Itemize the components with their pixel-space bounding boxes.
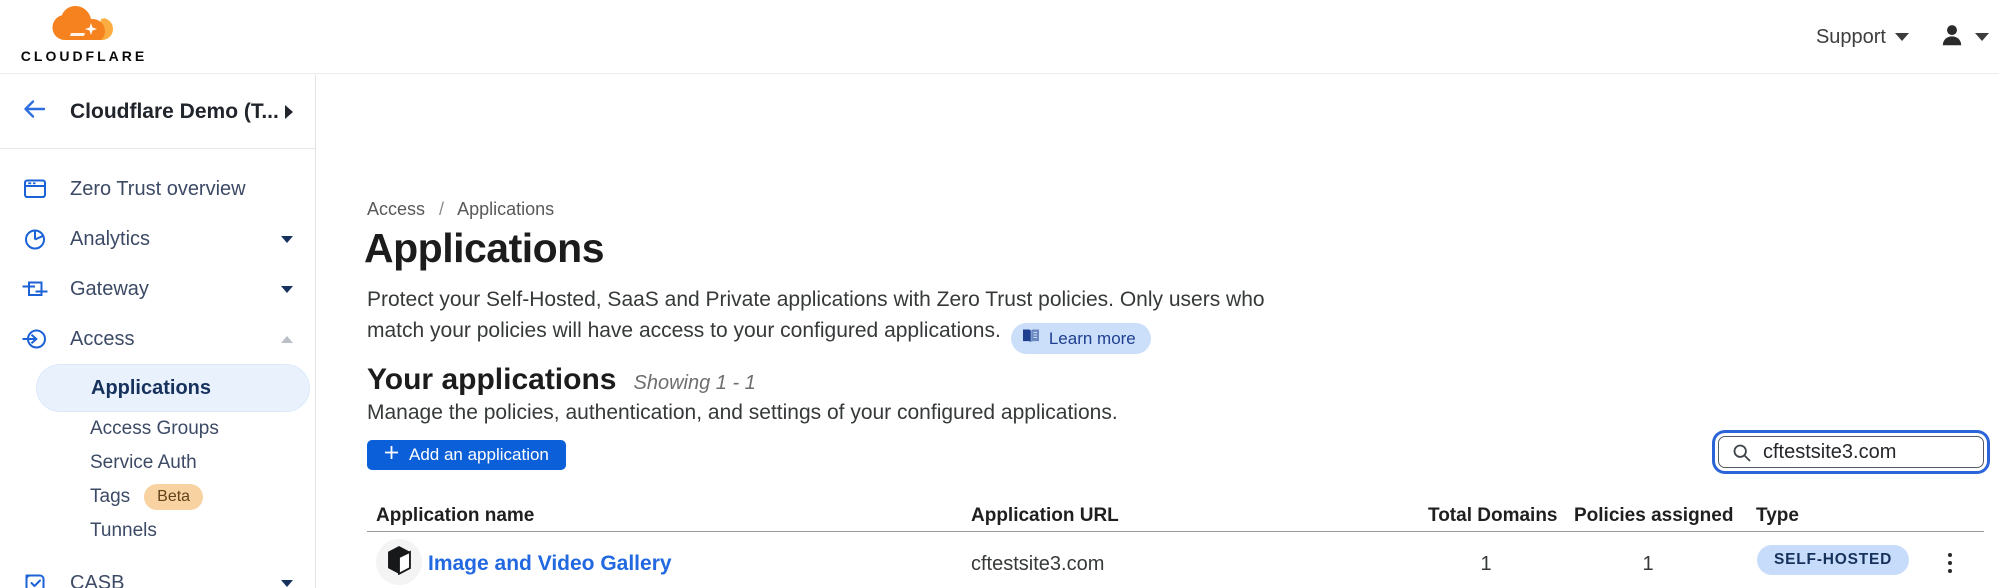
sidebar-subitem-label: Tunnels	[90, 520, 157, 542]
sidebar-item-applications[interactable]: Applications	[0, 364, 315, 412]
sidebar-item-service-auth[interactable]: Service Auth	[0, 446, 315, 480]
top-header: CLOUDFLARE Support	[0, 0, 1999, 74]
sidebar-item-label: Zero Trust overview	[70, 178, 246, 201]
description-line-1: Protect your Self-Hosted, SaaS and Priva…	[367, 288, 1265, 311]
access-icon	[22, 326, 48, 352]
sidebar-subitem-label: Service Auth	[90, 452, 197, 474]
overview-window-icon	[22, 176, 48, 202]
cloudflare-logo-text: CLOUDFLARE	[18, 48, 150, 64]
column-header-type: Type	[1756, 505, 1799, 527]
cloudflare-logo[interactable]: CLOUDFLARE	[18, 6, 150, 64]
user-icon	[1939, 22, 1965, 53]
row-actions-kebab-menu[interactable]	[1936, 546, 1964, 580]
add-application-label: Add an application	[409, 445, 549, 465]
breadcrumb-access[interactable]: Access	[367, 199, 425, 219]
sidebar-item-label: Analytics	[70, 228, 150, 251]
account-name: Cloudflare Demo (T...	[70, 100, 279, 124]
chevron-right-icon[interactable]	[285, 105, 293, 119]
applications-selected-pill: Applications	[36, 364, 310, 412]
support-menu[interactable]: Support	[1816, 26, 1909, 49]
column-header-application-name: Application name	[376, 505, 534, 527]
back-arrow-icon[interactable]	[22, 96, 48, 127]
column-header-total-domains: Total Domains	[1428, 505, 1544, 527]
table-header-divider	[367, 531, 1984, 532]
plus-icon	[384, 445, 399, 465]
sidebar-subitem-label: Tags	[90, 486, 130, 508]
sidebar-subitem-label: Applications	[91, 377, 211, 400]
sidebar-item-gateway[interactable]: Gateway	[0, 264, 315, 314]
learn-more-label: Learn more	[1049, 323, 1136, 354]
application-name-link[interactable]: Image and Video Gallery	[428, 552, 672, 576]
access-subnav: Applications Access Groups Service Auth …	[0, 364, 315, 548]
search-input[interactable]	[1718, 436, 1984, 468]
chevron-down-icon	[281, 236, 293, 243]
description-line-2: match your policies will have access to …	[367, 319, 1001, 342]
sidebar-item-casb[interactable]: CASB	[0, 558, 315, 588]
page-title: Applications	[364, 225, 604, 272]
total-domains-cell: 1	[1428, 553, 1544, 576]
breadcrumb: Access / Applications	[367, 199, 554, 220]
search-container	[1718, 436, 1984, 468]
sidebar-item-tunnels[interactable]: Tunnels	[0, 514, 315, 548]
cloudflare-cloud-icon	[51, 29, 117, 46]
beta-badge: Beta	[144, 484, 203, 510]
analytics-pie-icon	[22, 226, 48, 252]
sidebar-subitem-label: Access Groups	[90, 418, 219, 440]
application-avatar	[376, 539, 422, 585]
chevron-down-icon	[281, 580, 293, 587]
application-url-cell: cftestsite3.com	[971, 553, 1104, 576]
main-content: Access / Applications Applications Prote…	[316, 75, 1999, 588]
search-icon	[1732, 443, 1752, 468]
sidebar-item-label: Access	[70, 328, 134, 351]
page-description: Protect your Self-Hosted, SaaS and Priva…	[367, 284, 1265, 354]
add-application-button[interactable]: Add an application	[367, 440, 566, 470]
cube-app-icon	[385, 545, 413, 580]
zero-trust-dashboard: CLOUDFLARE Support	[0, 0, 1999, 588]
casb-icon	[22, 570, 48, 588]
chevron-down-icon	[281, 286, 293, 293]
book-icon	[1022, 323, 1040, 354]
sidebar-item-label: Gateway	[70, 278, 149, 301]
account-switcher[interactable]: Cloudflare Demo (T...	[0, 75, 315, 149]
gateway-icon	[22, 276, 48, 302]
sidebar-item-analytics[interactable]: Analytics	[0, 214, 315, 264]
sidebar: Cloudflare Demo (T... Zero Trust overvie…	[0, 75, 316, 588]
section-title: Your applications	[367, 363, 616, 397]
breadcrumb-separator: /	[439, 199, 444, 219]
sidebar-item-zero-trust-overview[interactable]: Zero Trust overview	[0, 164, 315, 214]
user-account-menu[interactable]	[1939, 22, 1989, 53]
sidebar-item-tags[interactable]: Tags Beta	[0, 480, 315, 514]
sidebar-item-access[interactable]: Access	[0, 314, 315, 364]
sidebar-item-label: CASB	[70, 572, 124, 588]
column-header-application-url: Application URL	[971, 505, 1119, 527]
breadcrumb-applications: Applications	[457, 199, 554, 219]
section-subtitle: Manage the policies, authentication, and…	[367, 401, 1118, 425]
sidebar-item-access-groups[interactable]: Access Groups	[0, 412, 315, 446]
showing-count: Showing 1 - 1	[633, 372, 755, 395]
chevron-up-icon	[281, 336, 293, 343]
column-header-policies-assigned: Policies assigned	[1574, 505, 1722, 527]
type-badge: SELF-HOSTED	[1757, 545, 1909, 575]
chevron-down-icon	[1975, 33, 1989, 41]
chevron-down-icon	[1895, 33, 1909, 41]
support-label: Support	[1816, 26, 1886, 49]
policies-assigned-cell: 1	[1574, 553, 1722, 576]
learn-more-button[interactable]: Learn more	[1011, 323, 1151, 354]
